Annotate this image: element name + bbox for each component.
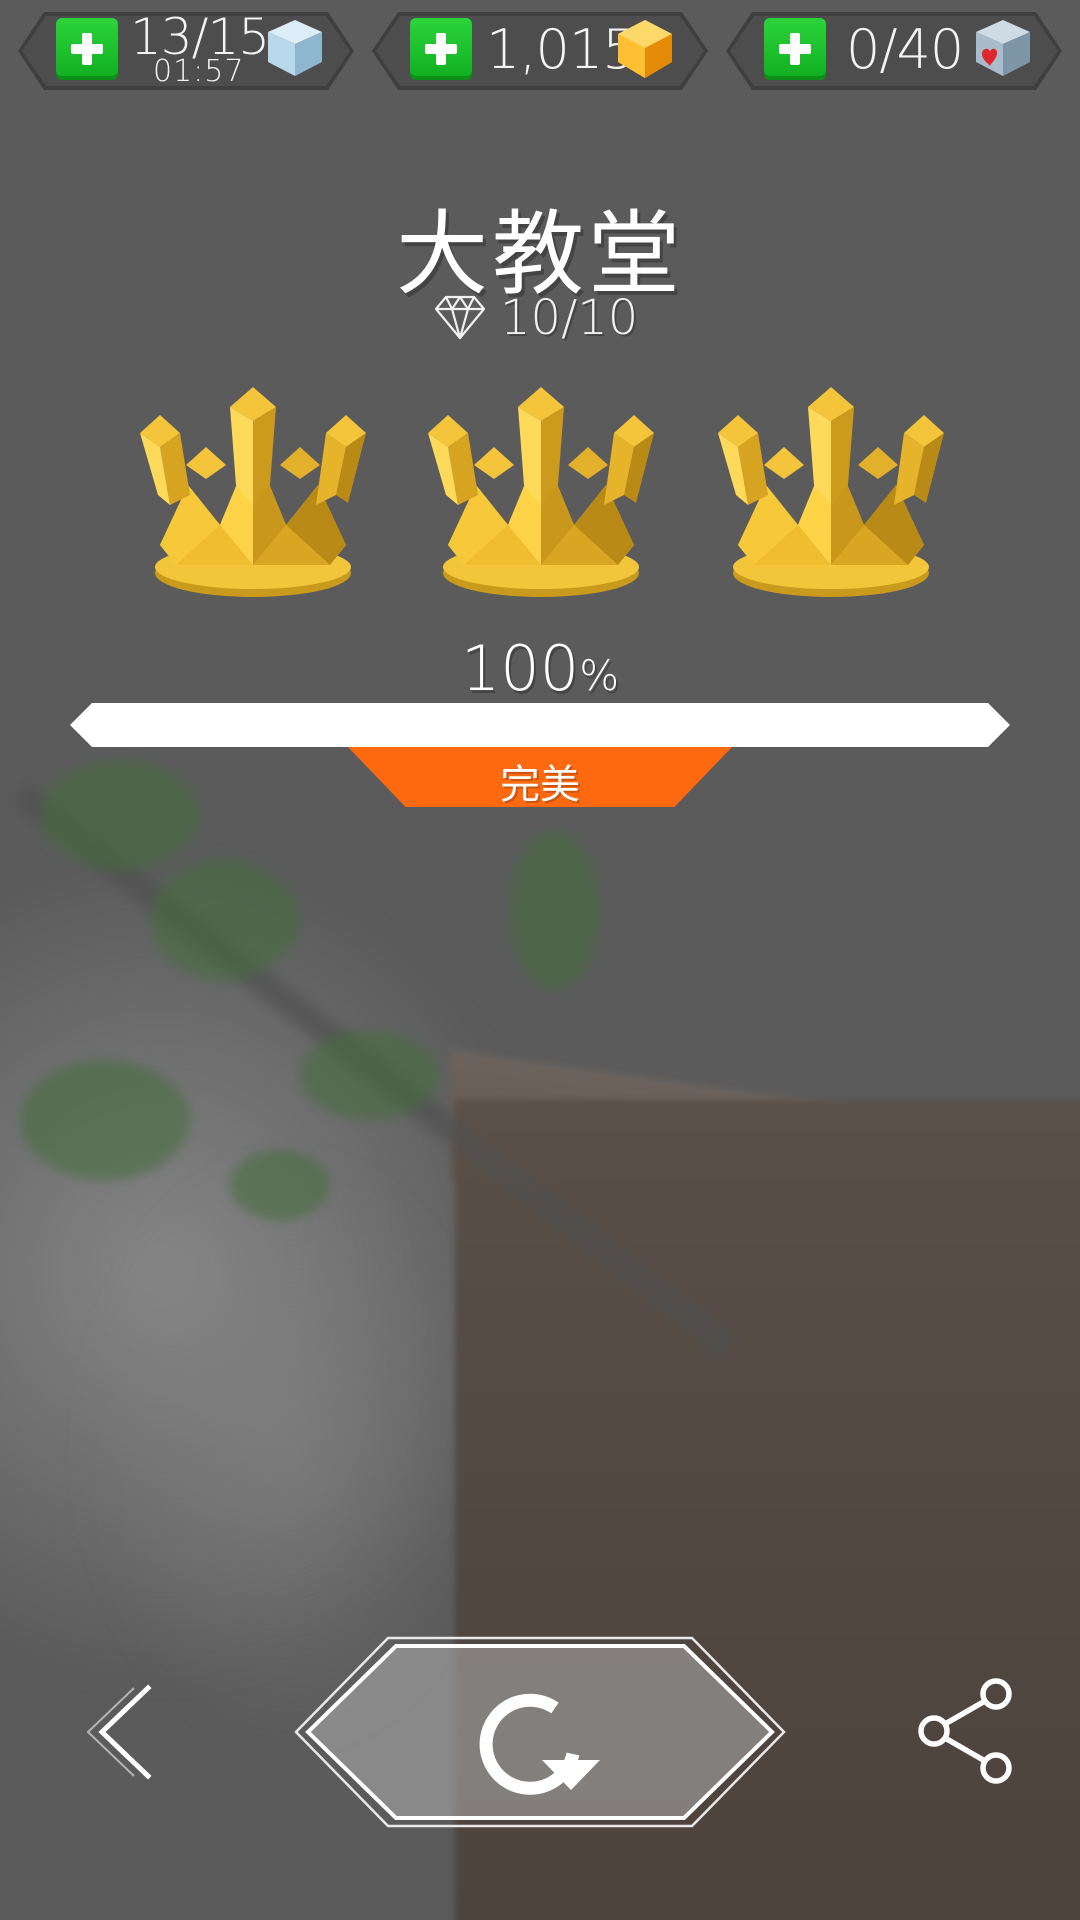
ice-cube-icon — [268, 20, 322, 76]
add-hearts-button[interactable] — [764, 18, 826, 80]
leaf-cluster — [150, 860, 300, 980]
gem-count: 10/10 — [500, 290, 639, 346]
percent-number: 100 — [460, 632, 580, 705]
percent-sign: % — [579, 651, 620, 700]
replay-button[interactable] — [292, 1636, 788, 1828]
diamond-icon — [434, 295, 486, 340]
add-coins-button[interactable] — [410, 18, 472, 80]
leaf-cluster — [300, 1030, 440, 1120]
gem-progress: 10/10 — [0, 290, 1080, 350]
gold-gem-icon — [618, 20, 672, 78]
rating-label: 完美 — [500, 762, 580, 808]
completion-percent: 100% — [0, 632, 1080, 705]
share-button[interactable] — [912, 1676, 1022, 1786]
leaf-cluster — [40, 760, 200, 870]
share-icon — [918, 1678, 1012, 1784]
heart-count: 0/40 — [846, 18, 964, 81]
energy-timer: 01:57 — [153, 54, 245, 89]
leaf-cluster — [510, 830, 600, 990]
crown-icon — [428, 387, 654, 597]
back-button[interactable] — [78, 1680, 168, 1780]
crown-icon — [718, 387, 944, 597]
progress-bar — [70, 703, 1010, 747]
crown-icon — [140, 387, 366, 597]
resource-bar: 13/15 01:57 1,015 0/40 — [0, 0, 1080, 110]
leaf-cluster — [230, 1150, 330, 1220]
progress-bar-fill — [70, 703, 1010, 747]
chevron-left-icon — [86, 1684, 152, 1780]
leaf-cluster — [20, 1060, 190, 1180]
heart-cube-icon — [976, 20, 1030, 76]
add-energy-button[interactable] — [56, 18, 118, 80]
